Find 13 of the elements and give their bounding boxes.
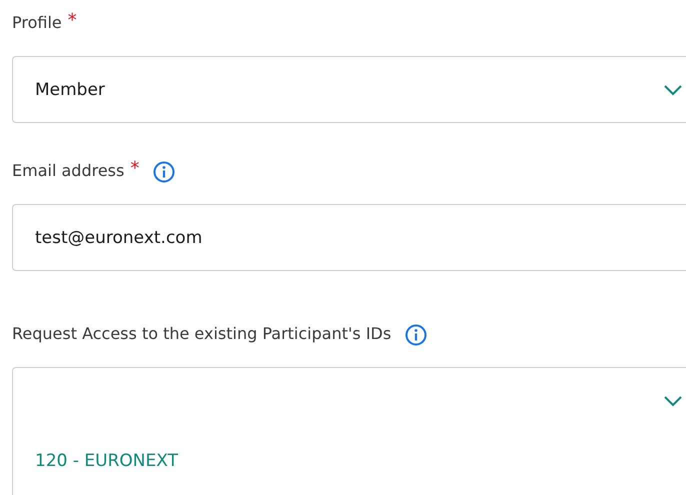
field-label: Profile [12,12,62,32]
dropdown-field[interactable]: Member [12,56,686,123]
chevron-down-icon[interactable] [663,84,683,96]
dropdown-option[interactable]: 120 - EURONEXT [35,450,686,470]
chevron-down-icon[interactable] [663,394,683,406]
field-label: Request Access to the existing Participant's IDs [12,324,392,342]
dropdown-field[interactable] [12,367,686,434]
field-label: Email address [12,160,124,180]
required-mark: * [130,158,140,179]
info-icon[interactable] [405,324,428,346]
required-mark: * [68,10,77,31]
info-icon[interactable] [153,161,176,183]
email-input[interactable]: test@euronext.com [12,204,686,271]
